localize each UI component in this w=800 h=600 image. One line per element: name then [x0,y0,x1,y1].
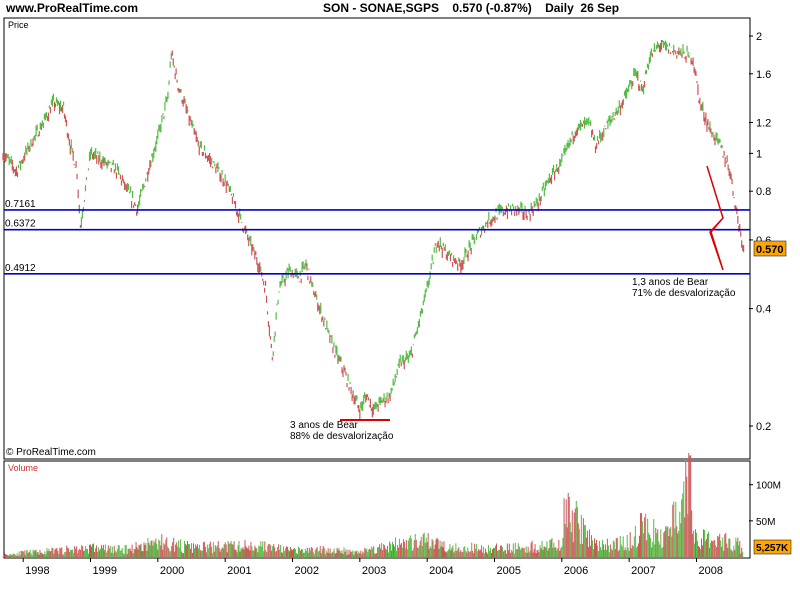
level-label: 0.6372 [5,219,36,230]
current-price-tag: 0.570 [756,244,784,256]
price-tick-label: 1 [756,148,762,160]
bear-2003-line2: 88% de desvalorização [290,431,394,442]
volume-tick-label: 100M [756,481,781,492]
volume-axis-ticks: 100M 50M [749,481,781,528]
x-tick-label: 2007 [631,565,655,577]
x-tick-label: 1998 [25,565,49,577]
price-tick-label: 2 [756,31,762,43]
x-tick-label: 1999 [93,565,117,577]
x-tick-label: 2008 [698,565,722,577]
x-tick-label: 2006 [564,565,588,577]
x-tick-label: 2004 [429,565,453,577]
chart-svg: Price © ProRealTime.com 21.61.210.80.60.… [2,17,792,577]
volume-panel-label: Volume [8,463,38,473]
level-label: 0.7161 [5,199,36,210]
x-tick-label: 2003 [362,565,386,577]
x-axis: 1998 1999 2000 2001 2002 2003 2004 2005 2006 2007… [22,558,723,577]
volume-tick-label: 50M [756,517,775,528]
current-volume-tag: 5,257K [756,543,789,554]
level-label: 0.4912 [5,263,36,274]
bear-2003-line1: 3 anos de Bear [290,420,358,431]
price-tick-label: 0.8 [756,186,771,198]
price-axis-ticks: 21.61.210.80.60.40.2 [749,31,771,433]
price-tick-label: 0.2 [756,421,771,433]
bear-2008-line1: 1,3 anos de Bear [632,277,709,288]
x-tick-label: 2005 [496,565,520,577]
x-tick-label: 2000 [160,565,184,577]
price-tick-label: 1.6 [756,69,771,81]
x-tick-label: 2002 [295,565,319,577]
price-tick-label: 1.2 [756,118,771,130]
price-tick-label: 0.4 [756,304,771,316]
price-panel-label: Price [8,20,29,30]
copyright-text: © ProRealTime.com [6,447,96,458]
bear-2008-line2: 71% de desvalorização [632,288,736,299]
price-panel [3,17,751,460]
x-tick-label: 2001 [227,565,251,577]
